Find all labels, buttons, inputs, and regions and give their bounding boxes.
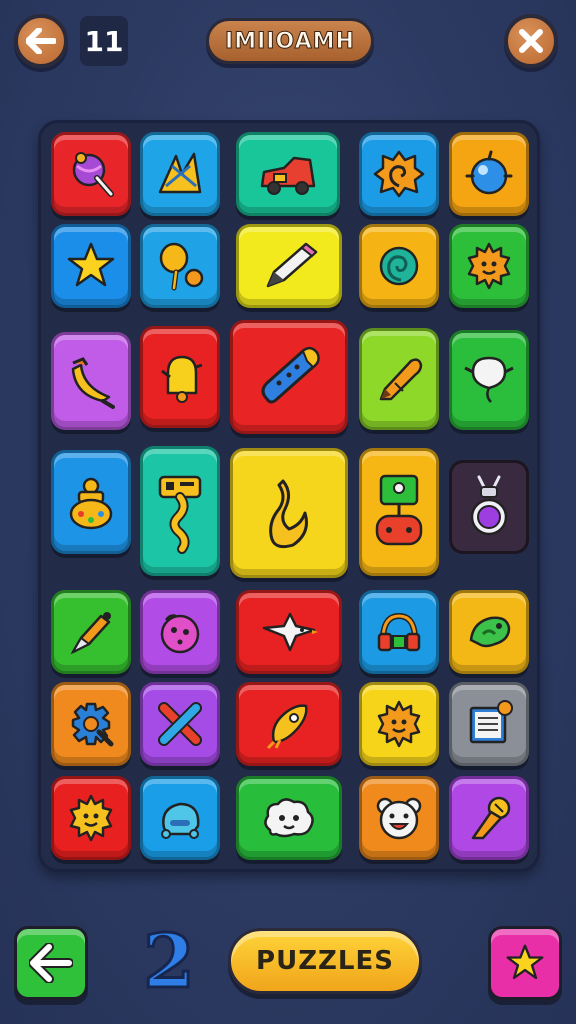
tile-toy-car[interactable] [236,132,340,216]
back-button[interactable] [14,14,68,68]
purple-ball-icon [160,614,200,654]
tile-lollipop[interactable] [51,132,131,216]
tile-bear-face[interactable] [359,776,439,860]
arrow-left-icon [29,943,73,983]
title-banner: IMIIOAMH [206,18,374,64]
teal-swirl-icon [379,246,419,286]
star-icon [67,242,115,287]
crayon-icon [379,358,423,401]
tile-cloud-face[interactable] [236,776,342,860]
level-number: 11 [84,24,124,58]
cross-sticks-icon [158,702,202,746]
key-icon [158,475,202,554]
puzzles-button[interactable]: PUZZLES [228,928,422,994]
footer-back-button[interactable] [14,926,88,1000]
star-icon [506,944,544,980]
bird-icon [262,612,318,652]
tile-sun-face[interactable] [449,224,529,308]
page-title: IMIIOAMH [225,28,355,54]
tile-gourd[interactable] [51,450,131,554]
tile-balloon[interactable] [449,330,529,430]
sun-face-icon [69,794,113,842]
tile-paddle-ball[interactable] [140,224,220,308]
cloud-face-icon [264,798,314,838]
tile-scissors[interactable] [140,132,220,216]
tile-notepad[interactable] [449,682,529,766]
tile-key[interactable] [140,446,220,576]
banana-icon [71,357,115,409]
top-bar: 11 IMIIOAMH [0,0,576,90]
ice-cream-icon [471,796,511,840]
favorite-button[interactable] [488,926,562,1000]
tile-gear[interactable] [51,682,131,766]
bell-icon [161,355,203,403]
moves-counter: 2 [136,918,202,1007]
blue-blob-icon [465,150,513,195]
tile-sun-face-3[interactable] [51,776,131,860]
ring-bug-icon [470,475,508,536]
tile-fountain-pen[interactable] [51,590,131,674]
fountain-pen-icon [70,612,111,655]
tile-blue-blob[interactable] [449,132,529,216]
paddle-ball-icon [159,242,204,291]
tile-pencil[interactable] [236,224,342,308]
tile-robot-controller[interactable] [359,448,439,576]
gear-icon [71,702,114,747]
headphones-icon [377,612,421,652]
tile-ring-bug[interactable] [449,460,529,554]
bear-face-icon [376,797,422,840]
puzzles-label: PUZZLES [256,946,394,976]
balloon-icon [464,356,514,403]
green-fish-icon [469,616,511,648]
tile-rocket[interactable] [236,682,342,766]
tile-squiggle[interactable] [230,448,348,578]
tile-cross-sticks[interactable] [140,682,220,766]
gourd-icon [69,477,113,530]
tile-banana[interactable] [51,332,131,430]
tile-teal-swirl[interactable] [359,224,439,308]
puzzle-board [38,120,540,872]
tile-sun-face-2[interactable] [359,682,439,766]
pencil-icon [266,242,318,288]
bottom-bar: 2 PUZZLES [0,910,576,1024]
level-counter: 11 [80,16,128,66]
tile-green-fish[interactable] [449,590,529,674]
lollipop-icon [72,152,114,197]
close-button[interactable] [504,14,558,68]
close-x-icon [519,29,543,53]
spiral-shell-icon [373,150,425,198]
blue-creature-icon [161,802,200,839]
sun-face-icon [467,242,511,290]
tile-headphones[interactable] [359,590,439,674]
tile-bell[interactable] [140,326,220,428]
skateboard-icon [261,346,320,404]
counter-value: 2 [142,918,196,1007]
rocket-icon [266,704,308,750]
robot-controller-icon [375,474,423,546]
tile-crayon[interactable] [359,328,439,430]
scissors-icon [158,152,202,194]
tile-star[interactable] [51,224,131,308]
arrow-left-icon [26,28,56,54]
sun-face-icon [377,700,421,748]
tile-blue-creature[interactable] [140,776,220,860]
tile-ice-cream[interactable] [449,776,529,860]
notepad-icon [469,700,513,744]
tile-skateboard[interactable] [230,320,348,434]
tile-bird[interactable] [236,590,342,674]
tile-purple-ball[interactable] [140,590,220,674]
squiggle-icon [269,479,308,549]
tile-spiral-shell[interactable] [359,132,439,216]
toy-car-icon [260,156,316,195]
